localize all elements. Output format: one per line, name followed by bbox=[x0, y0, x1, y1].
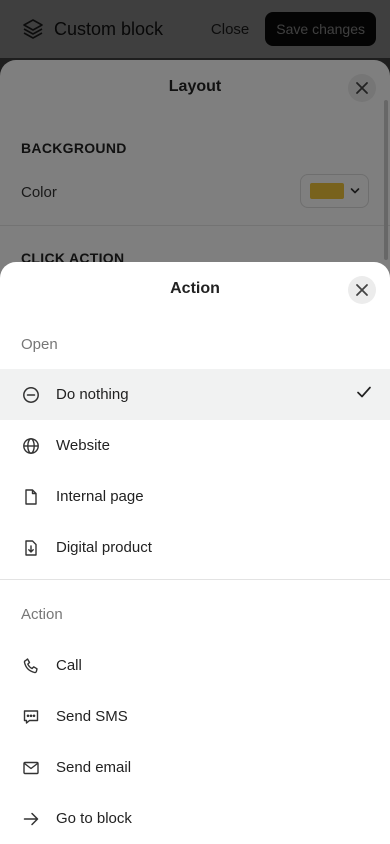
action-close-button[interactable] bbox=[348, 276, 376, 304]
option-label: Send email bbox=[56, 759, 132, 776]
option-label: Internal page bbox=[56, 488, 144, 505]
option-label: Website bbox=[56, 437, 110, 454]
option-label: Send SMS bbox=[56, 708, 128, 725]
arrow-right-icon bbox=[22, 810, 40, 828]
action-option-go-to-block[interactable]: Go to block bbox=[0, 793, 390, 844]
action-sheet-title: Action bbox=[170, 280, 220, 297]
check-icon bbox=[356, 385, 372, 399]
file-icon bbox=[22, 488, 40, 506]
option-label: Go to block bbox=[56, 810, 132, 827]
close-icon bbox=[356, 284, 368, 296]
minus-circle-icon bbox=[22, 386, 40, 404]
option-label: Digital product bbox=[56, 539, 152, 556]
file-download-icon bbox=[22, 539, 40, 557]
globe-icon bbox=[22, 437, 40, 455]
open-group-label: Open bbox=[21, 336, 58, 353]
action-option-internal-page[interactable]: Internal page bbox=[0, 471, 390, 522]
action-group-label: Action bbox=[21, 606, 63, 623]
option-label: Do nothing bbox=[56, 386, 129, 403]
option-label: Call bbox=[56, 657, 82, 674]
action-option-digital-product[interactable]: Digital product bbox=[0, 522, 390, 573]
action-option-call[interactable]: Call bbox=[0, 640, 390, 691]
action-option-do-nothing[interactable]: Do nothing bbox=[0, 369, 390, 420]
action-option-send-sms[interactable]: Send SMS bbox=[0, 691, 390, 742]
action-option-website[interactable]: Website bbox=[0, 420, 390, 471]
phone-icon bbox=[22, 657, 40, 675]
action-sheet: Action Open Do nothing Website Internal … bbox=[0, 262, 390, 844]
mail-icon bbox=[22, 759, 40, 777]
divider bbox=[0, 579, 390, 580]
action-option-send-email[interactable]: Send email bbox=[0, 742, 390, 793]
message-icon bbox=[22, 708, 40, 726]
